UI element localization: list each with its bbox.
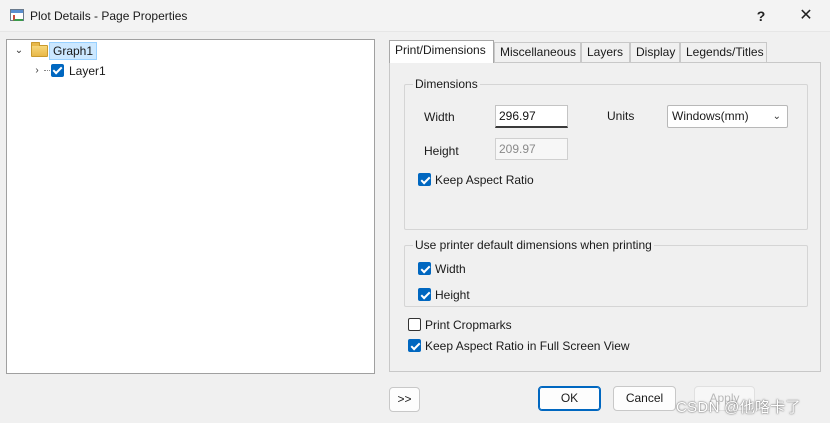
help-button[interactable]: ?	[748, 6, 774, 26]
dimensions-group-title: Dimensions	[413, 77, 480, 91]
watermark-text: CSDN @他咯卡了	[676, 399, 801, 416]
tree-node-graph1[interactable]: ⌄ Graph1	[7, 42, 207, 60]
tree-node-label[interactable]: Layer1	[69, 62, 106, 80]
keep-aspect-ratio-checkbox[interactable]	[418, 173, 431, 186]
expand-panel-button[interactable]: >>	[389, 387, 420, 412]
dimensions-group: Dimensions Width Units Windows(mm) ⌄ Hei…	[404, 77, 808, 230]
chevron-down-icon: ⌄	[772, 111, 781, 122]
printer-width-checkbox[interactable]	[418, 262, 431, 275]
expand-right-icon[interactable]: ›	[31, 62, 43, 80]
tab-print-dimensions[interactable]: Print/Dimensions	[389, 40, 494, 63]
tree-connector	[44, 70, 50, 71]
height-label: Height	[424, 144, 459, 158]
printer-width-label[interactable]: Width	[435, 262, 466, 276]
units-select[interactable]: Windows(mm) ⌄	[667, 105, 788, 128]
printer-defaults-group: Use printer default dimensions when prin…	[404, 238, 808, 307]
tab-display[interactable]: Display	[630, 42, 680, 62]
layer-visible-checkbox[interactable]	[51, 64, 64, 77]
object-tree[interactable]: ⌄ Graph1 › Layer1	[6, 39, 375, 374]
keep-aspect-ratio-label[interactable]: Keep Aspect Ratio	[435, 173, 534, 187]
tab-miscellaneous[interactable]: Miscellaneous	[494, 42, 581, 62]
fullscreen-aspect-checkbox[interactable]	[408, 339, 421, 352]
width-input[interactable]	[495, 105, 568, 128]
plot-app-icon	[10, 9, 24, 21]
print-cropmarks-checkbox[interactable]	[408, 318, 421, 331]
tree-node-label[interactable]: Graph1	[49, 42, 98, 60]
ok-button[interactable]: OK	[538, 386, 601, 411]
expand-down-icon[interactable]: ⌄	[13, 42, 25, 60]
width-label: Width	[424, 110, 455, 124]
units-label: Units	[607, 109, 635, 123]
print-dimensions-page: Dimensions Width Units Windows(mm) ⌄ Hei…	[389, 62, 821, 372]
window-title: Plot Details - Page Properties	[30, 9, 188, 23]
tab-layers[interactable]: Layers	[581, 42, 630, 62]
cancel-button[interactable]: Cancel	[613, 386, 676, 411]
tree-node-layer1[interactable]: › Layer1	[7, 62, 207, 80]
printer-height-label[interactable]: Height	[435, 288, 470, 302]
fullscreen-aspect-label[interactable]: Keep Aspect Ratio in Full Screen View	[425, 339, 630, 353]
printer-height-checkbox[interactable]	[418, 288, 431, 301]
printer-defaults-group-title: Use printer default dimensions when prin…	[413, 238, 654, 252]
close-button[interactable]: ✕	[792, 4, 820, 28]
print-cropmarks-label[interactable]: Print Cropmarks	[425, 318, 512, 332]
height-input	[495, 138, 568, 160]
open-folder-icon	[31, 42, 48, 57]
units-selected-value: Windows(mm)	[672, 109, 749, 123]
title-bar: Plot Details - Page Properties ? ✕	[0, 0, 830, 32]
tab-legends-titles[interactable]: Legends/Titles	[680, 42, 767, 62]
